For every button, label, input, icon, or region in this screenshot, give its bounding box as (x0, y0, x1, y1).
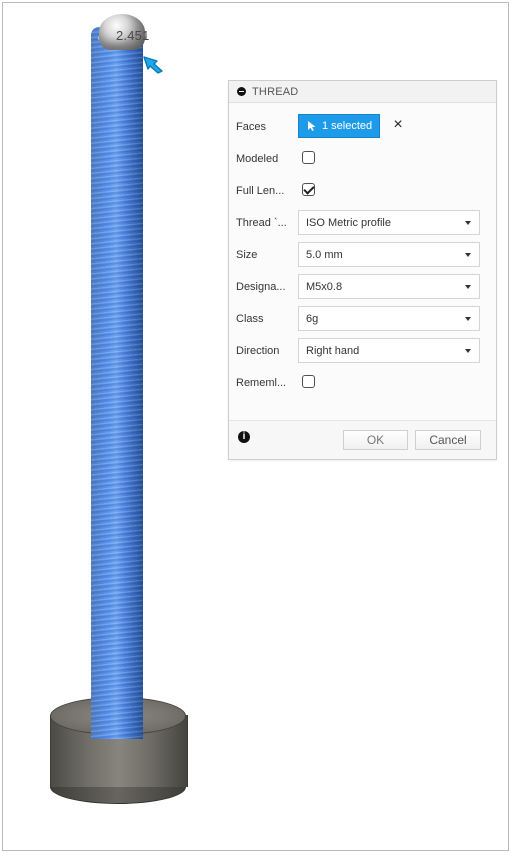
info-icon[interactable]: i (238, 431, 250, 443)
size-value: 5.0 mm (306, 248, 343, 261)
full-length-checkbox[interactable] (302, 183, 315, 196)
dropdown-icon (465, 285, 471, 289)
dropdown-icon (465, 317, 471, 321)
class-label: Class (236, 313, 264, 325)
dropdown-icon (465, 221, 471, 225)
model-viewport[interactable]: 2.451 THREAD Faces 1 selected × Modeled … (2, 2, 509, 851)
size-select[interactable]: 5.0 mm (298, 242, 480, 267)
cancel-button[interactable]: Cancel (415, 430, 481, 450)
remember-size-checkbox[interactable] (302, 375, 315, 388)
full-length-label: Full Len... (236, 185, 285, 197)
designation-select[interactable]: M5x0.8 (298, 274, 480, 299)
thread-type-value: ISO Metric profile (306, 216, 391, 229)
dropdown-icon (465, 349, 471, 353)
size-row: Size 5.0 mm (229, 239, 496, 271)
direction-value: Right hand (306, 344, 360, 357)
dialog-body: Faces 1 selected × Modeled Full Len... T… (229, 103, 496, 399)
collapse-icon[interactable] (237, 87, 246, 96)
dialog-header: THREAD (229, 81, 496, 103)
thread-type-select[interactable]: ISO Metric profile (298, 210, 480, 235)
clear-selection-button[interactable]: × (391, 117, 405, 133)
faces-label: Faces (236, 121, 266, 133)
size-label: Size (236, 249, 258, 261)
thread-type-label: Thread `... (236, 217, 287, 229)
thread-type-row: Thread `... ISO Metric profile (229, 207, 496, 239)
designation-value: M5x0.8 (306, 280, 343, 293)
designation-label: Designa... (236, 281, 286, 293)
dialog-footer: i OK Cancel (229, 420, 496, 459)
direction-row: Direction Right hand (229, 335, 496, 367)
cursor-icon (306, 120, 318, 132)
class-value: 6g (306, 312, 319, 325)
arrow-handle[interactable] (140, 52, 168, 76)
class-row: Class 6g (229, 303, 496, 335)
dimension-text: 2.451 (116, 28, 150, 43)
modeled-label: Modeled (236, 153, 279, 165)
direction-select[interactable]: Right hand (298, 338, 480, 363)
dialog-title: THREAD (252, 85, 299, 98)
designation-row: Designa... M5x0.8 (229, 271, 496, 303)
class-select[interactable]: 6g (298, 306, 480, 331)
faces-selection-value: 1 selected (322, 120, 373, 132)
faces-selection-button[interactable]: 1 selected (298, 114, 380, 138)
threaded-rod[interactable] (91, 27, 143, 739)
remember-size-label: Rememl... (236, 377, 287, 389)
dropdown-icon (465, 253, 471, 257)
faces-row: Faces 1 selected × (229, 111, 496, 143)
direction-label: Direction (236, 345, 280, 357)
modeled-row: Modeled (229, 143, 496, 175)
full-length-row: Full Len... (229, 175, 496, 207)
thread-dialog: THREAD Faces 1 selected × Modeled Full L… (228, 80, 497, 460)
modeled-checkbox[interactable] (302, 151, 315, 164)
remember-size-row: Rememl... (229, 367, 496, 399)
ok-button[interactable]: OK (343, 430, 408, 450)
